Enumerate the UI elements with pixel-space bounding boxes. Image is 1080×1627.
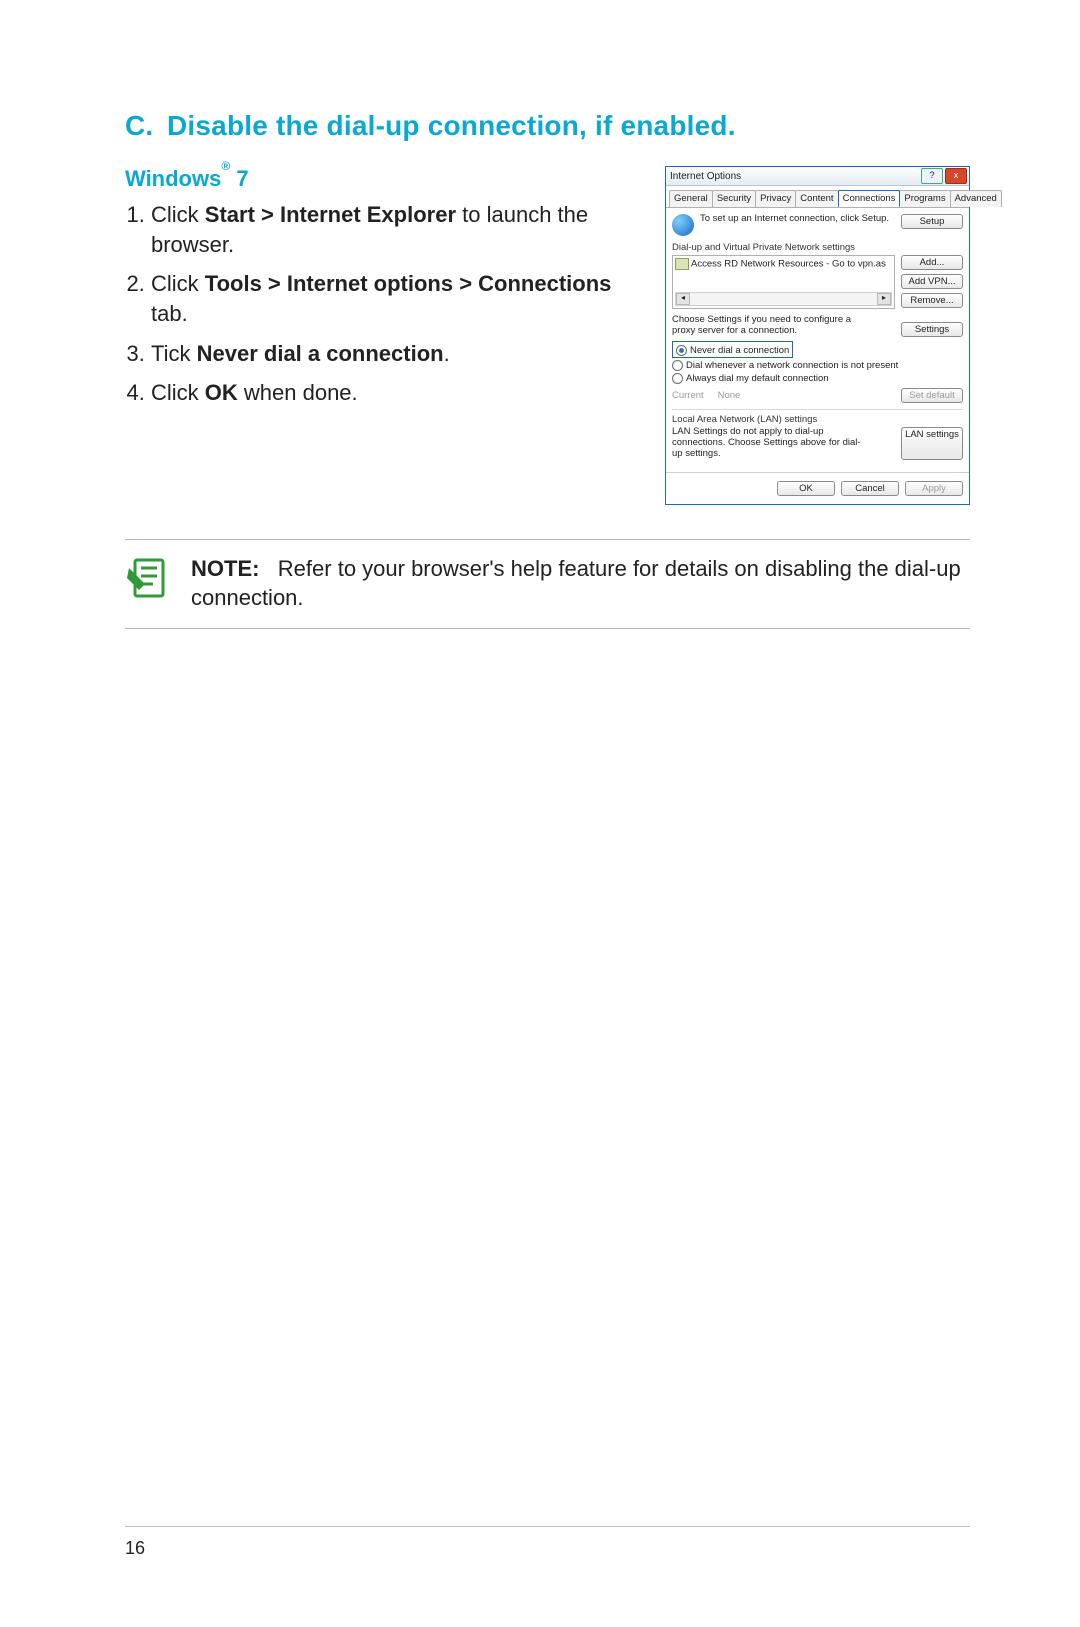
- tab-connections[interactable]: Connections: [838, 190, 901, 207]
- step-3: Tick Never dial a connection.: [151, 339, 647, 369]
- step-4: Click OK when done.: [151, 378, 647, 408]
- os-heading: Windows® 7: [125, 166, 647, 192]
- radio-icon: [672, 373, 683, 384]
- list-scrollbar[interactable]: ◂ ▸: [675, 292, 892, 306]
- add-vpn-button[interactable]: Add VPN...: [901, 274, 963, 289]
- proxy-text: Choose Settings if you need to configure…: [672, 315, 860, 337]
- tabs-row: General Security Privacy Content Connect…: [666, 186, 969, 208]
- vpn-label: Dial-up and Virtual Private Network sett…: [672, 242, 963, 253]
- note-block: NOTE: Refer to your browser's help featu…: [125, 539, 970, 629]
- radio-selected-icon: [676, 345, 687, 356]
- os-version: 7: [236, 166, 248, 191]
- remove-button[interactable]: Remove...: [901, 293, 963, 308]
- radio-icon: [672, 360, 683, 371]
- settings-button[interactable]: Settings: [901, 322, 963, 337]
- apply-button[interactable]: Apply: [905, 481, 963, 496]
- radio-never-dial[interactable]: Never dial a connection: [676, 345, 789, 356]
- scroll-right-icon[interactable]: ▸: [877, 293, 891, 305]
- divider: [672, 409, 963, 410]
- scroll-left-icon[interactable]: ◂: [676, 293, 690, 305]
- ok-button[interactable]: OK: [777, 481, 835, 496]
- current-value: None: [718, 390, 741, 401]
- tab-advanced[interactable]: Advanced: [950, 190, 1002, 207]
- radio-dial-when-absent[interactable]: Dial whenever a network connection is no…: [672, 360, 963, 371]
- tab-security[interactable]: Security: [712, 190, 756, 207]
- section-title: Disable the dial-up connection, if enabl…: [167, 110, 736, 141]
- note-icon: [125, 554, 173, 602]
- current-label: Current: [672, 390, 704, 401]
- dialog-titlebar[interactable]: Internet Options ? x: [666, 167, 969, 186]
- os-name: Windows: [125, 166, 221, 191]
- page-number: 16: [125, 1538, 145, 1559]
- close-button[interactable]: x: [945, 168, 967, 184]
- lan-text: LAN Settings do not apply to dial-up con…: [672, 427, 864, 460]
- tab-programs[interactable]: Programs: [899, 190, 950, 207]
- internet-options-dialog: Internet Options ? x General Security Pr…: [665, 166, 970, 505]
- dialog-footer: OK Cancel Apply: [666, 472, 969, 504]
- cancel-button[interactable]: Cancel: [841, 481, 899, 496]
- registered-mark: ®: [221, 159, 230, 173]
- section-letter: C.: [125, 110, 167, 142]
- lan-settings-button[interactable]: LAN settings: [901, 427, 963, 460]
- steps-list: Click Start > Internet Explorer to launc…: [151, 200, 647, 408]
- help-button[interactable]: ?: [921, 168, 943, 184]
- vpn-listbox[interactable]: Access RD Network Resources - Go to vpn.…: [672, 255, 895, 309]
- globe-icon: [672, 214, 694, 236]
- section-heading: C.Disable the dial-up connection, if ena…: [125, 110, 970, 142]
- note-text: NOTE: Refer to your browser's help featu…: [191, 554, 970, 612]
- setup-button[interactable]: Setup: [901, 214, 963, 229]
- tab-general[interactable]: General: [669, 190, 713, 207]
- add-button[interactable]: Add...: [901, 255, 963, 270]
- tab-privacy[interactable]: Privacy: [755, 190, 796, 207]
- never-dial-highlight: Never dial a connection: [672, 341, 793, 358]
- setup-text: To set up an Internet connection, click …: [700, 214, 895, 224]
- vpn-item-icon: [675, 258, 689, 270]
- lan-label: Local Area Network (LAN) settings: [672, 414, 963, 425]
- step-2: Click Tools > Internet options > Connect…: [151, 269, 647, 328]
- radio-always-dial[interactable]: Always dial my default connection: [672, 373, 963, 384]
- tab-content[interactable]: Content: [795, 190, 838, 207]
- step-1: Click Start > Internet Explorer to launc…: [151, 200, 647, 259]
- page-footer-rule: [125, 1526, 970, 1527]
- note-label: NOTE:: [191, 556, 259, 581]
- set-default-button[interactable]: Set default: [901, 388, 963, 403]
- dialog-title: Internet Options: [670, 171, 741, 182]
- vpn-list-item[interactable]: Access RD Network Resources - Go to vpn.…: [675, 258, 892, 270]
